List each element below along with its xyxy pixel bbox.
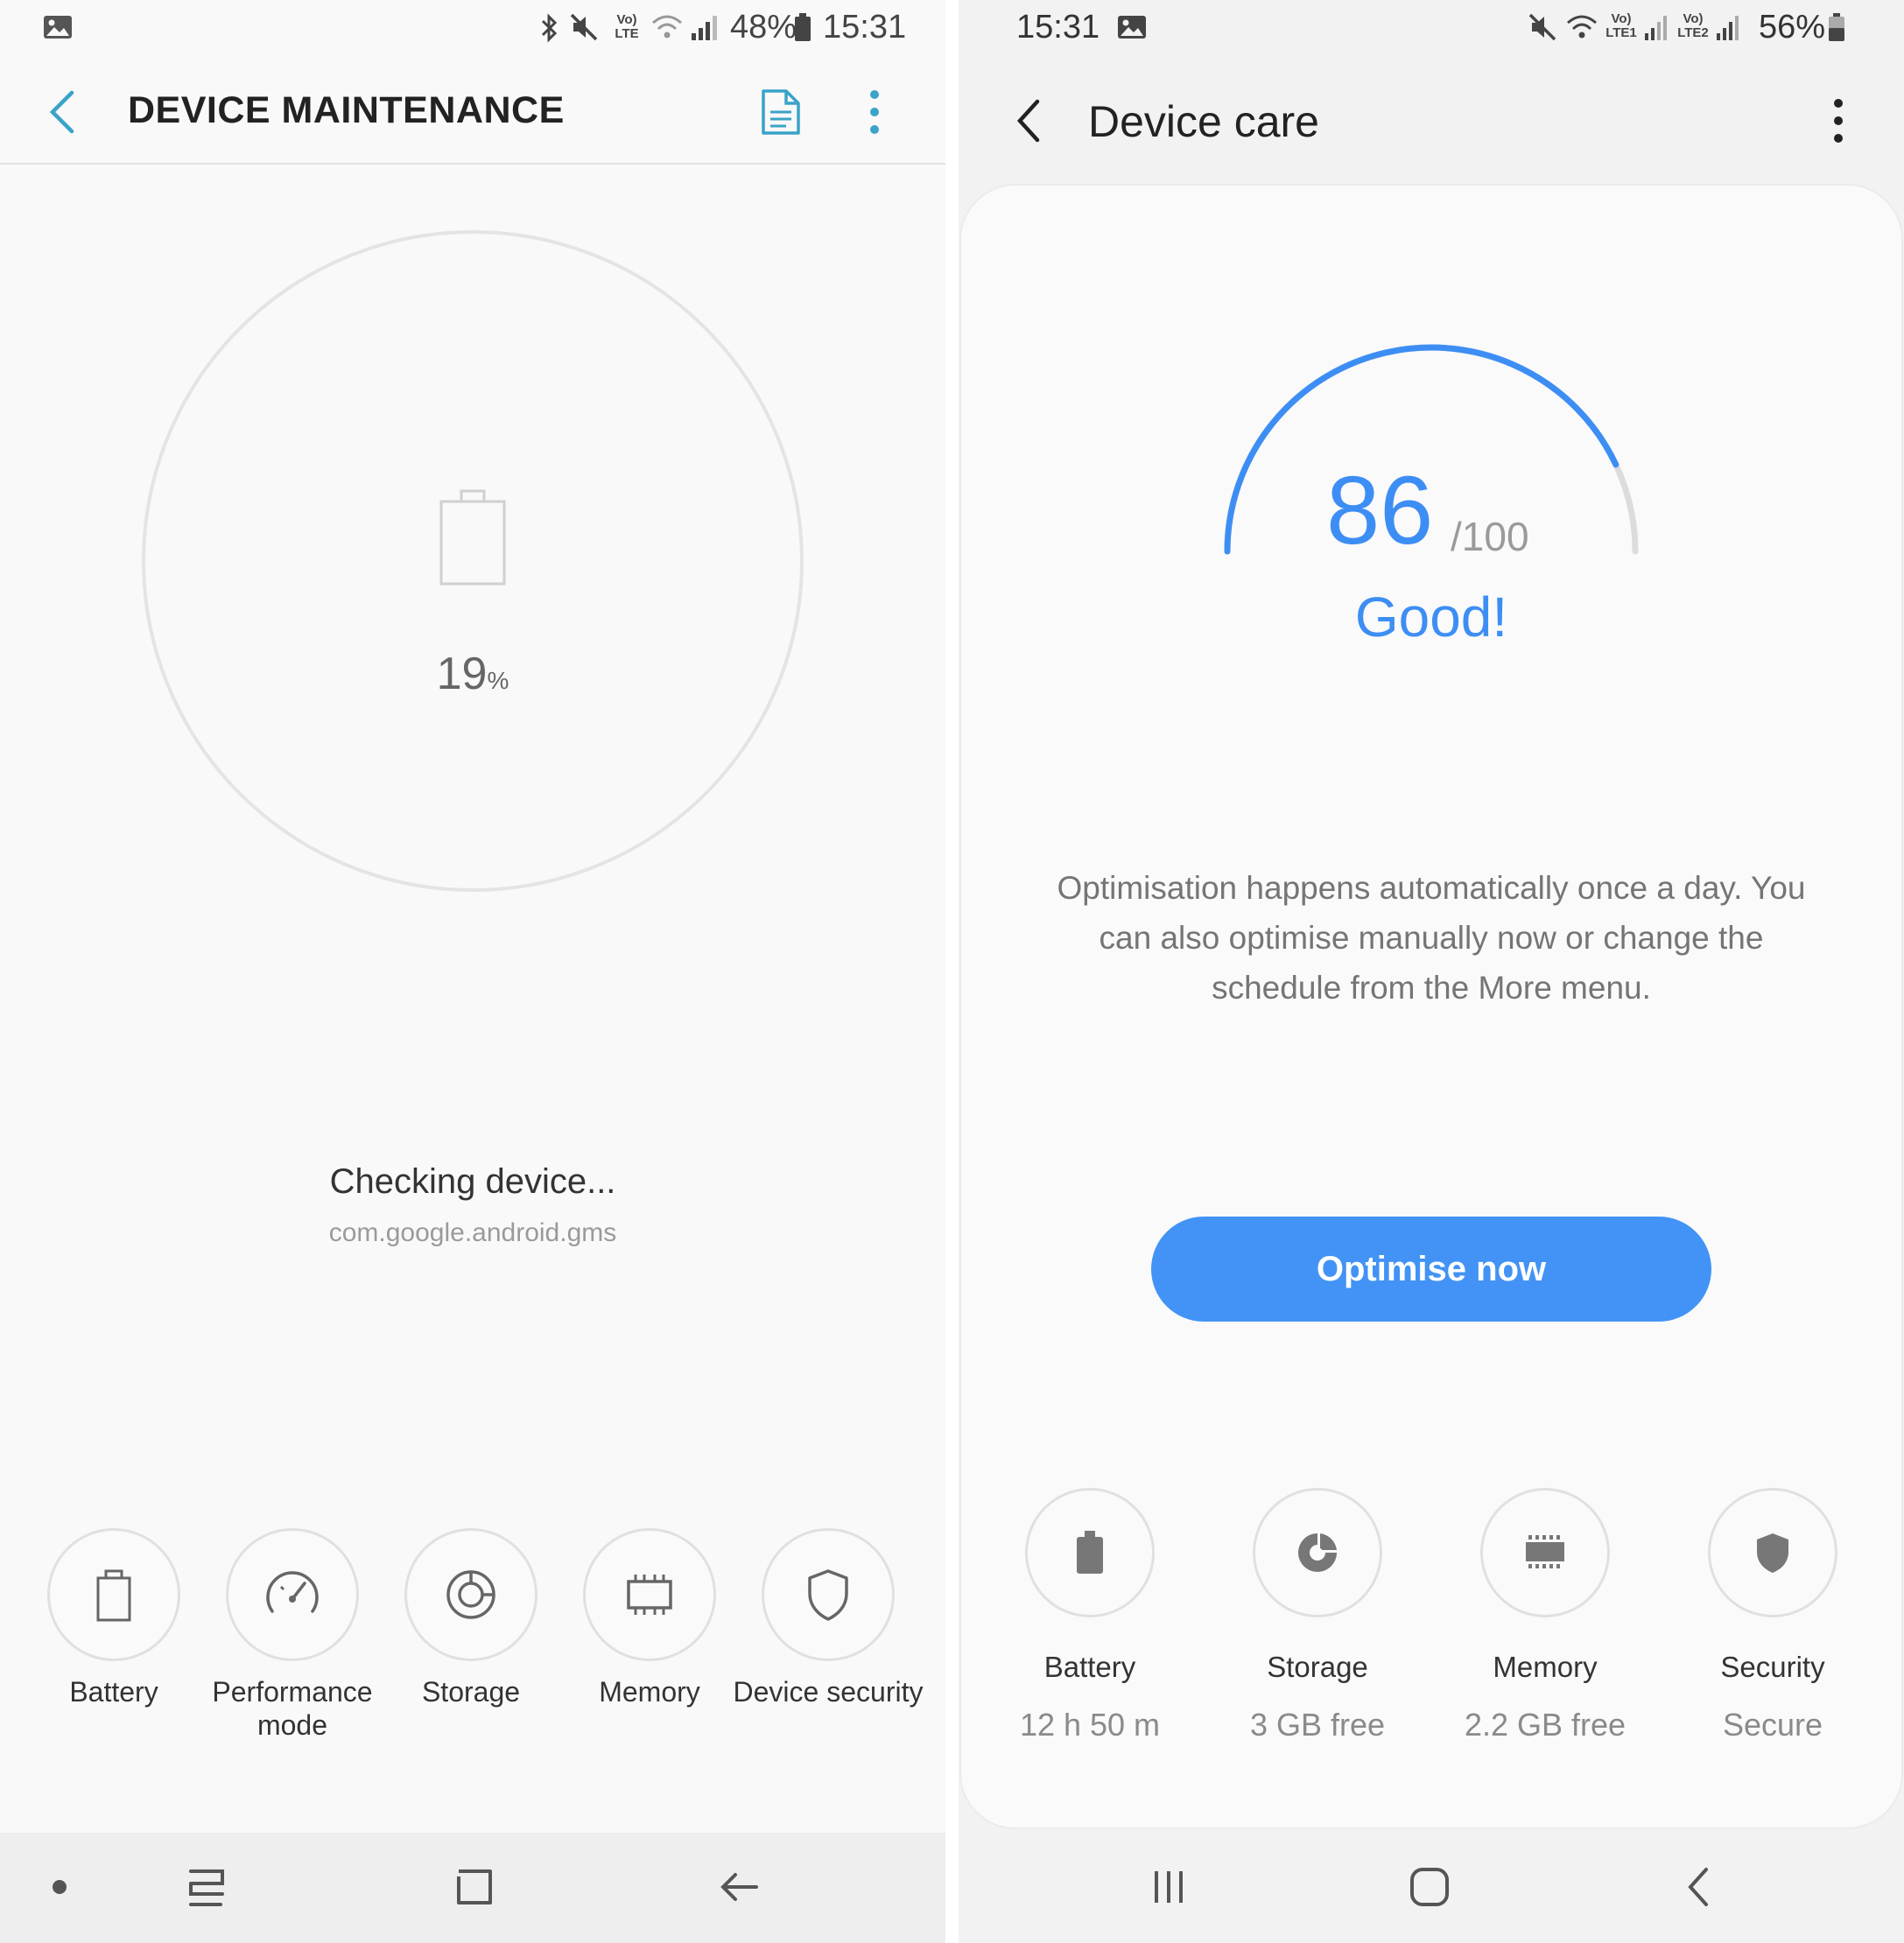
volte-indicator: Vo) LTE xyxy=(615,12,639,41)
signal-icon xyxy=(692,16,717,40)
battery-icon xyxy=(1077,1531,1103,1574)
pie-chart-icon xyxy=(1298,1530,1340,1572)
navigation-bar xyxy=(0,1833,945,1943)
signal-sim2-icon xyxy=(1717,16,1739,40)
memory-tile-label[interactable]: Memory xyxy=(553,1675,746,1708)
shield-icon xyxy=(808,1569,848,1621)
checking-status: Checking device... xyxy=(329,1162,616,1201)
home-icon[interactable] xyxy=(1407,1864,1456,1913)
memory-tile[interactable] xyxy=(583,1528,716,1661)
battery-label: Battery xyxy=(1043,1651,1136,1683)
device-security-tile[interactable] xyxy=(762,1528,895,1661)
storage-value: 3 GB free xyxy=(1249,1707,1386,1743)
page-title: DEVICE MAINTENANCE xyxy=(128,89,565,131)
mute-icon xyxy=(570,13,598,41)
navigation-bar xyxy=(959,1833,1904,1943)
storage-tile[interactable] xyxy=(404,1528,537,1661)
back-arrow-icon[interactable] xyxy=(1013,96,1044,145)
progress-value: 19 xyxy=(436,649,488,699)
storage-tile-label[interactable]: Storage xyxy=(375,1675,567,1708)
storage-icon xyxy=(446,1570,495,1619)
speedometer-icon xyxy=(266,1571,319,1613)
battery-icon xyxy=(96,1569,131,1622)
battery-percent: 56% xyxy=(1759,9,1826,46)
current-package: com.google.android.gms xyxy=(328,1218,617,1247)
nav-dot-icon xyxy=(53,1880,67,1894)
clock: 15:31 xyxy=(1016,9,1100,46)
battery-percent: 48% xyxy=(730,9,797,46)
device-security-tile-label[interactable]: Device security xyxy=(732,1675,924,1708)
battery-value: 12 h 50 m xyxy=(1019,1707,1161,1743)
wifi-icon xyxy=(652,15,682,39)
wifi-icon xyxy=(1567,15,1597,39)
battery-tile[interactable] xyxy=(1025,1488,1155,1617)
optimise-now-button[interactable]: Optimise now xyxy=(1151,1217,1711,1322)
performance-mode-tile[interactable] xyxy=(226,1528,359,1661)
sim2-indicator: Vo) LTE2 xyxy=(1677,11,1709,40)
home-icon[interactable] xyxy=(452,1862,495,1911)
score-verdict: Good! xyxy=(1354,586,1508,649)
signal-sim1-icon xyxy=(1645,16,1667,40)
more-options-icon[interactable] xyxy=(1827,96,1850,145)
status-bar: 15:31 Vo) LTE1 Vo) LTE2 56% xyxy=(959,0,1904,61)
device-care-screen: 15:31 Vo) LTE1 Vo) LTE2 56% Device care … xyxy=(959,0,1904,1943)
app-bar: DEVICE MAINTENANCE xyxy=(0,61,945,165)
more-options-icon[interactable] xyxy=(863,88,886,137)
memory-value: 2.2 GB free xyxy=(1464,1707,1626,1743)
score-max: /100 xyxy=(1451,514,1529,559)
memory-label: Memory xyxy=(1493,1651,1598,1683)
battery-tile[interactable] xyxy=(47,1528,180,1661)
recent-apps-icon[interactable] xyxy=(1148,1864,1191,1913)
memory-chip-icon xyxy=(627,1575,672,1615)
battery-status-icon xyxy=(795,13,811,41)
mute-icon xyxy=(1528,13,1556,41)
score-value: 86 xyxy=(1326,457,1434,565)
sim1-indicator: Vo) LTE1 xyxy=(1605,11,1637,40)
gallery-notification-icon xyxy=(1118,16,1146,39)
performance-mode-tile-label[interactable]: Performance mode xyxy=(196,1675,389,1742)
optimisation-description: Optimisation happens automatically once … xyxy=(1057,870,1806,1006)
gallery-notification-icon xyxy=(44,16,72,39)
progress-percent: 19% xyxy=(385,648,560,700)
security-value: Secure xyxy=(1722,1707,1823,1743)
security-tile[interactable] xyxy=(1708,1488,1837,1617)
device-maintenance-screen: Vo) LTE 48% 15:31 DEVICE MAINTENANCE 19%… xyxy=(0,0,945,1943)
recent-apps-icon[interactable] xyxy=(186,1862,229,1911)
page-title: Device care xyxy=(1088,97,1319,146)
report-document-icon[interactable] xyxy=(760,88,802,137)
clock: 15:31 xyxy=(823,9,907,46)
memory-chip-icon xyxy=(1526,1535,1564,1568)
storage-tile[interactable] xyxy=(1253,1488,1382,1617)
battery-tile-label[interactable]: Battery xyxy=(18,1675,210,1708)
shield-icon xyxy=(1757,1533,1788,1573)
memory-tile[interactable] xyxy=(1480,1488,1610,1617)
battery-progress-icon xyxy=(439,489,506,586)
progress-unit: % xyxy=(487,667,509,694)
storage-label: Storage xyxy=(1267,1651,1368,1683)
bluetooth-icon xyxy=(541,13,558,43)
battery-status-icon xyxy=(1829,13,1844,41)
status-bar: Vo) LTE 48% 15:31 xyxy=(0,0,945,61)
security-label: Security xyxy=(1720,1651,1825,1683)
back-icon[interactable] xyxy=(1682,1864,1717,1913)
back-icon[interactable] xyxy=(718,1862,762,1911)
back-arrow-icon[interactable] xyxy=(46,89,81,135)
